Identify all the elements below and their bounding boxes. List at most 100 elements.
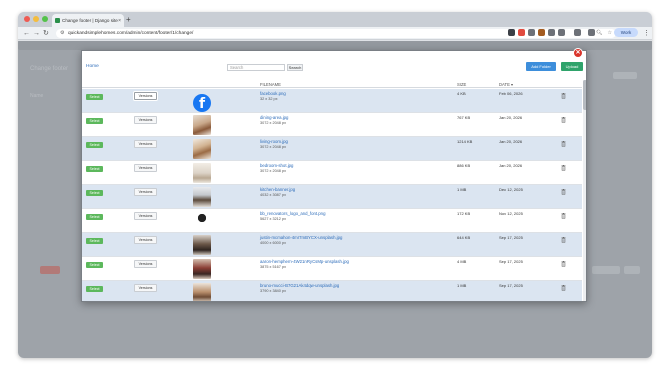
browser-tab-active[interactable]: Change footer | Django site admin × bbox=[52, 14, 124, 27]
versions-button[interactable]: Versions bbox=[134, 212, 157, 220]
bookmark-star-icon[interactable]: ☆ bbox=[608, 29, 612, 38]
select-button[interactable]: Select bbox=[86, 190, 103, 196]
file-name-link[interactable]: bedroom-shot.jpg bbox=[260, 163, 293, 168]
file-date: Sep 17, 2025 bbox=[499, 259, 523, 264]
modal-scrollbar[interactable] bbox=[583, 80, 586, 301]
versions-button[interactable]: Versions bbox=[134, 236, 157, 244]
file-name-link[interactable]: bb_renovators_logo_and_font.png bbox=[260, 211, 325, 216]
versions-button[interactable]: Versions bbox=[134, 188, 157, 196]
close-window-button[interactable] bbox=[24, 16, 30, 22]
file-name-link[interactable]: bruno-mucci-B7G21Ak4dqw-unsplash.jpg bbox=[260, 283, 339, 288]
sidepanel-icon[interactable] bbox=[558, 29, 565, 36]
file-thumbnail[interactable] bbox=[193, 115, 211, 135]
file-dimensions: 3072 x 2048 px bbox=[260, 145, 286, 149]
profile-button[interactable]: Work bbox=[614, 28, 638, 37]
versions-button[interactable]: Versions bbox=[134, 116, 157, 124]
table-row: Select Versions dining-area.jpg 3072 x 2048… bbox=[82, 113, 582, 137]
extension-badge-icon[interactable] bbox=[518, 29, 525, 36]
versions-button[interactable]: Versions bbox=[134, 140, 157, 148]
file-thumbnail[interactable] bbox=[193, 187, 211, 207]
upload-button[interactable]: Upload bbox=[561, 62, 583, 71]
select-button[interactable]: Select bbox=[86, 286, 103, 292]
trash-icon[interactable] bbox=[561, 141, 566, 147]
browser-menu-icon[interactable]: ⋮ bbox=[643, 28, 650, 39]
select-button[interactable]: Select bbox=[86, 142, 103, 148]
file-name-link[interactable]: facebook.png bbox=[260, 91, 286, 96]
file-size: 767 KB bbox=[457, 115, 471, 120]
file-size: 4 KB bbox=[457, 91, 466, 96]
puzzle-icon[interactable] bbox=[548, 29, 555, 36]
download-icon[interactable] bbox=[574, 29, 581, 36]
home-breadcrumb[interactable]: Home bbox=[86, 64, 99, 69]
scrollbar-thumb[interactable] bbox=[583, 80, 586, 110]
page-heading: Change footer bbox=[30, 66, 69, 72]
select-button[interactable]: Select bbox=[86, 238, 103, 244]
column-size[interactable]: SIZE bbox=[457, 82, 466, 87]
file-dimensions: 4032 x 3087 px bbox=[260, 193, 286, 197]
table-row: Select Versions bedroom-shot.jpg 3072 x 204… bbox=[82, 161, 582, 185]
file-thumbnail[interactable] bbox=[193, 139, 211, 159]
versions-button[interactable]: Versions bbox=[134, 260, 157, 268]
table-row: Select Versions living-room.jpg 3072 x 2048… bbox=[82, 137, 582, 161]
file-thumbnail[interactable] bbox=[193, 163, 211, 183]
column-filename[interactable]: FILENAME bbox=[260, 82, 281, 87]
zoom-icon[interactable]: 🔍︎ bbox=[596, 29, 602, 38]
file-dimensions: 3072 x 2048 px bbox=[260, 169, 286, 173]
trash-icon[interactable] bbox=[561, 117, 566, 123]
select-button[interactable]: Select bbox=[86, 214, 103, 220]
maximize-window-button[interactable] bbox=[42, 16, 48, 22]
minimize-window-button[interactable] bbox=[33, 16, 39, 22]
reload-icon[interactable]: ↻ bbox=[43, 28, 49, 39]
file-thumbnail[interactable] bbox=[193, 259, 211, 279]
extension-icon[interactable] bbox=[528, 29, 535, 36]
file-dimensions: 3875 x 5167 px bbox=[260, 265, 286, 269]
file-thumbnail[interactable] bbox=[193, 235, 211, 255]
file-name-link[interactable]: living-room.jpg bbox=[260, 139, 288, 144]
save-continue-button bbox=[592, 266, 620, 274]
delete-button bbox=[40, 266, 60, 274]
window-controls bbox=[24, 16, 48, 22]
file-name-link[interactable]: justin-mcmahon-4mr7mBYCX-unsplash.jpg bbox=[260, 235, 342, 240]
file-thumbnail[interactable] bbox=[193, 211, 211, 231]
site-info-icon[interactable]: ⚙ bbox=[60, 29, 64, 38]
file-size: 1 MB bbox=[457, 187, 467, 192]
trash-icon[interactable] bbox=[561, 285, 566, 291]
trash-icon[interactable] bbox=[561, 213, 566, 219]
file-thumbnail[interactable] bbox=[193, 283, 211, 301]
tab-close-icon[interactable]: × bbox=[118, 18, 121, 24]
trash-icon[interactable] bbox=[561, 189, 566, 195]
extension-icon[interactable] bbox=[538, 29, 545, 36]
forward-arrow-icon[interactable]: → bbox=[33, 28, 40, 39]
versions-button[interactable]: Versions bbox=[134, 284, 157, 292]
trash-icon[interactable] bbox=[561, 165, 566, 171]
search-input[interactable]: Search bbox=[227, 64, 285, 71]
back-arrow-icon[interactable]: ← bbox=[23, 28, 30, 39]
modal-close-icon[interactable]: ✕ bbox=[573, 48, 583, 58]
search-button[interactable]: Search bbox=[287, 64, 303, 71]
select-button[interactable]: Select bbox=[86, 94, 103, 100]
versions-button[interactable]: Versions bbox=[134, 92, 157, 100]
extension-icon[interactable] bbox=[508, 29, 515, 36]
facebook-logo-icon: f bbox=[193, 94, 211, 112]
versions-button[interactable]: Versions bbox=[134, 164, 157, 172]
select-button[interactable]: Select bbox=[86, 262, 103, 268]
table-header: FILENAME SIZE DATE ▾ bbox=[82, 80, 582, 88]
file-name-link[interactable]: aaron-hemphern-4W21nRyCsMp-unsplash.jpg bbox=[260, 259, 349, 264]
file-size: 172 KB bbox=[457, 211, 471, 216]
filer-modal: Home Search Search Add Folder Upload FIL… bbox=[81, 50, 587, 302]
trash-icon[interactable] bbox=[561, 93, 566, 99]
file-name-link[interactable]: dining-area.jpg bbox=[260, 115, 288, 120]
trash-icon[interactable] bbox=[561, 261, 566, 267]
select-button[interactable]: Select bbox=[86, 118, 103, 124]
add-folder-button[interactable]: Add Folder bbox=[526, 62, 556, 71]
select-button[interactable]: Select bbox=[86, 166, 103, 172]
browser-toolbar: ← → ↻ ⚙ quickandsimplehomes.com/admin/co… bbox=[18, 27, 652, 40]
file-date: Feb 06, 2026 bbox=[499, 91, 523, 96]
file-name-link[interactable]: kitchen-banner.jpg bbox=[260, 187, 295, 192]
table-row: Select Versions kitchen-banner.jpg 4032 x 3… bbox=[82, 185, 582, 209]
file-dimensions: 3790 x 3840 px bbox=[260, 289, 286, 293]
bookmark-icon[interactable] bbox=[588, 29, 595, 36]
column-date[interactable]: DATE ▾ bbox=[499, 82, 513, 87]
new-tab-button[interactable]: + bbox=[126, 14, 131, 25]
trash-icon[interactable] bbox=[561, 237, 566, 243]
